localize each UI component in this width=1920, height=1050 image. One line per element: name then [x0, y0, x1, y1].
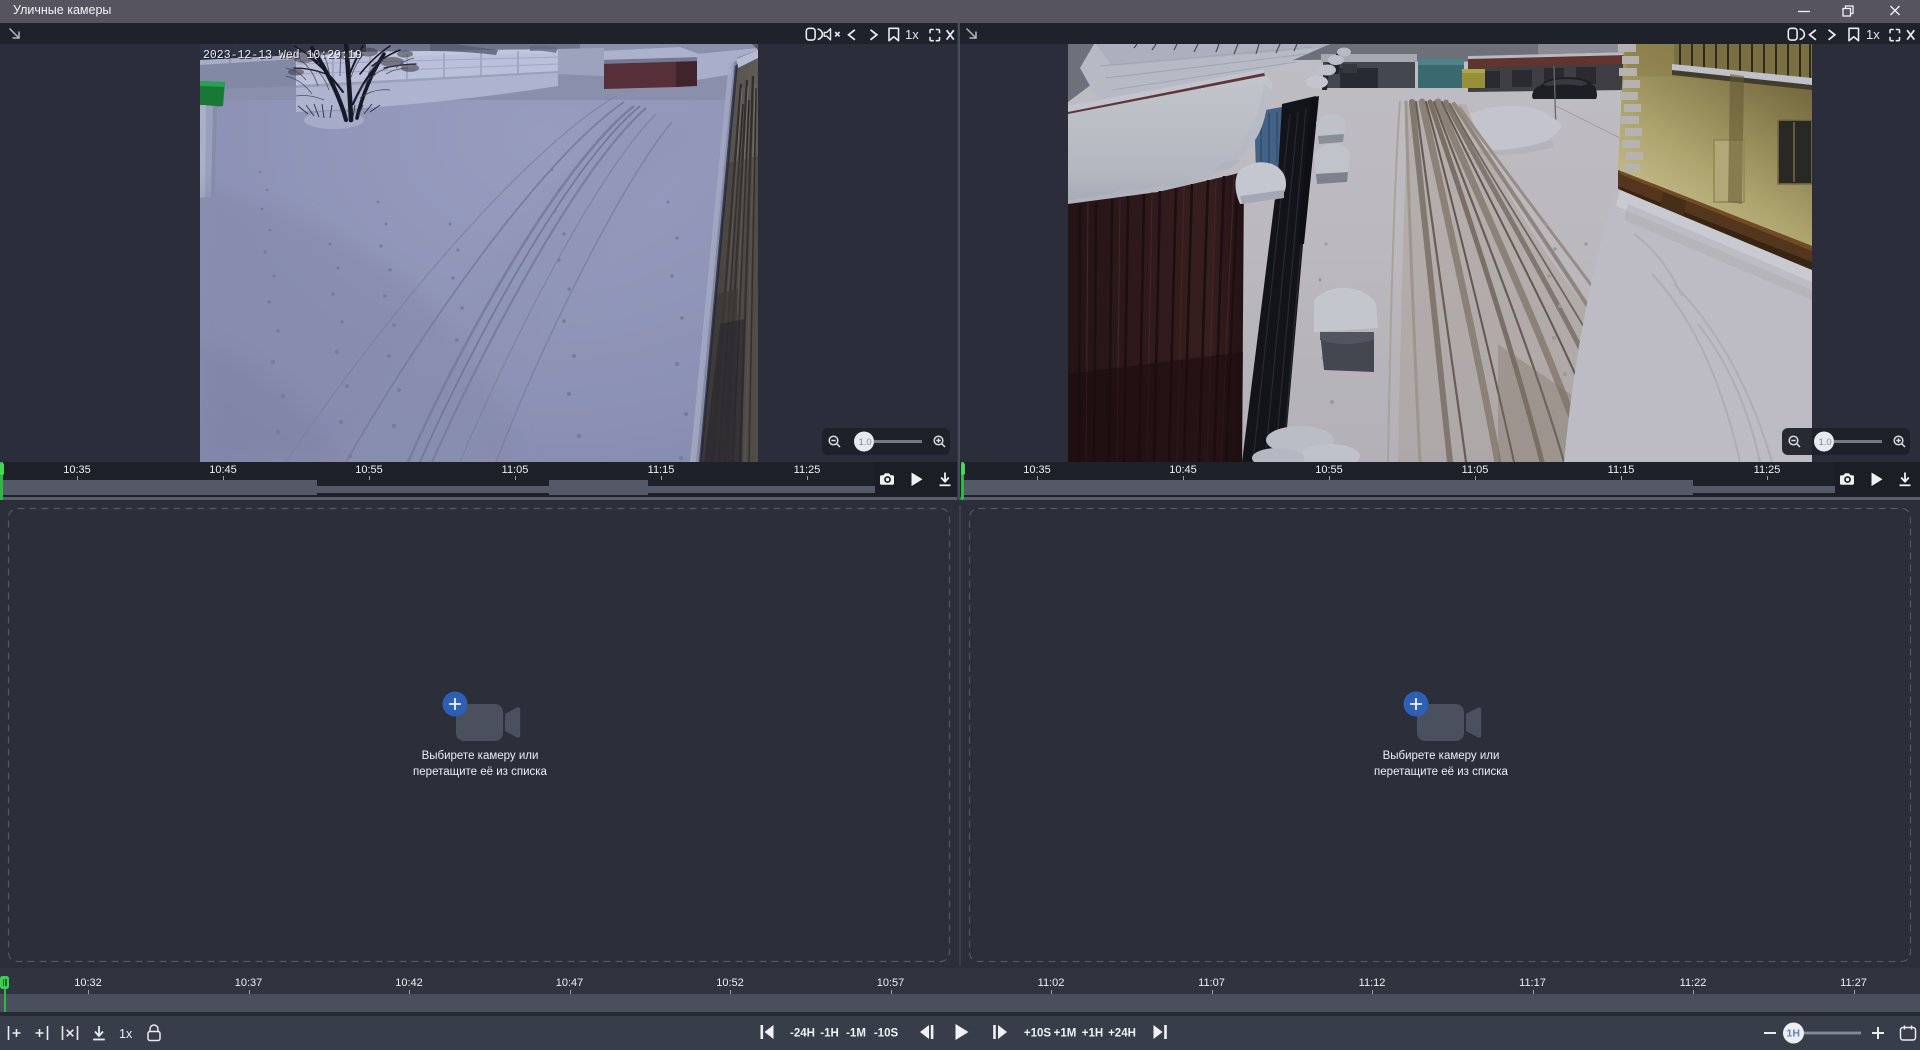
- svg-text:1x: 1x: [905, 27, 919, 42]
- svg-text:-10S: -10S: [874, 1028, 899, 1040]
- svg-text:+24H: +24H: [1108, 1028, 1136, 1040]
- svg-text:+1M: +1M: [1054, 1028, 1077, 1040]
- svg-text:+1H: +1H: [1082, 1028, 1103, 1040]
- svg-text:1H: 1H: [1787, 1028, 1800, 1040]
- svg-text:-1H: -1H: [820, 1028, 839, 1040]
- svg-text:-24H: -24H: [790, 1028, 815, 1040]
- svg-text:1x: 1x: [119, 1027, 133, 1041]
- svg-text:1x: 1x: [1866, 27, 1880, 42]
- svg-text:+10S: +10S: [1024, 1028, 1052, 1040]
- svg-text:-1M: -1M: [846, 1028, 866, 1040]
- svg-text:1.0: 1.0: [1819, 437, 1832, 448]
- svg-text:1.0: 1.0: [859, 437, 872, 448]
